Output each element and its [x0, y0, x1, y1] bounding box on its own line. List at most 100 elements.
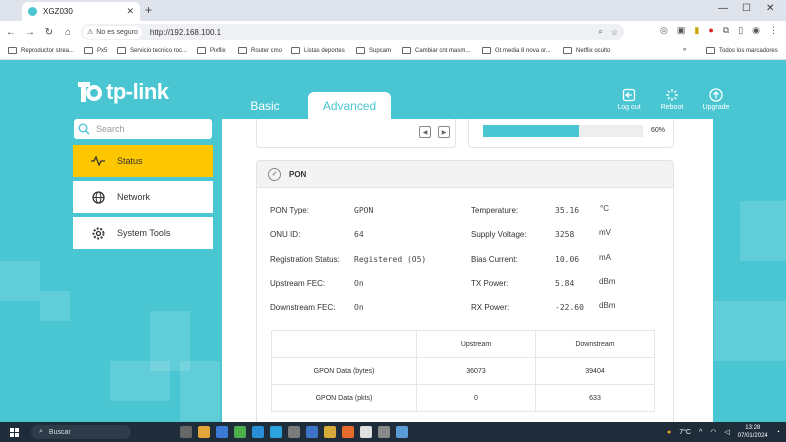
extension-icon[interactable]: ▣ [677, 25, 686, 36]
sidebar-item-network[interactable]: Network [73, 181, 213, 213]
extension-icon[interactable]: ▮ [694, 25, 699, 36]
usage-percent: 60% [651, 127, 666, 134]
app-icon[interactable] [396, 426, 408, 438]
decor-tile [714, 301, 786, 361]
folder-icon [482, 47, 491, 54]
next-page-icon[interactable]: ▶ [438, 126, 450, 138]
pon-type-value: GPON [354, 206, 374, 215]
bookmark-item[interactable]: Netflix oculto [563, 47, 610, 54]
sidebar-item-system-tools[interactable]: System Tools [73, 217, 213, 249]
all-bookmarks-button[interactable]: Todos los marcadores [706, 47, 778, 54]
table-cell: 39404 [535, 357, 655, 385]
tray-chevron-icon[interactable]: ^ [699, 429, 702, 436]
weather-icon[interactable]: ● [667, 429, 671, 436]
tab-advanced[interactable]: Advanced [308, 92, 391, 119]
volume-icon[interactable]: ◁ [724, 428, 729, 436]
reload-icon[interactable]: ↻ [41, 27, 57, 38]
temperature-unit: °C [600, 204, 609, 213]
column-header [271, 330, 417, 358]
bookmark-item[interactable]: Supcam [356, 47, 391, 54]
bookmark-item[interactable]: Listas deportes [291, 47, 345, 54]
pon-title: PON [289, 169, 307, 179]
taskbar-apps [180, 426, 408, 438]
search-icon [78, 123, 90, 135]
decor-tile [0, 261, 40, 301]
bookmark-item[interactable]: Servicio tecnico roc... [117, 47, 187, 54]
bookmark-item[interactable]: Cambiar cnt masm... [402, 47, 470, 54]
tplink-logo-icon [78, 82, 102, 102]
telegram-icon[interactable] [270, 426, 282, 438]
bookmark-item[interactable]: Pixflix [197, 47, 226, 54]
supply-voltage-unit: mV [599, 228, 611, 237]
edge-icon[interactable] [252, 426, 264, 438]
url-text: http://192.168.100.1 [149, 27, 222, 37]
minimize-icon[interactable]: — [718, 3, 728, 14]
bookmark-item[interactable]: Router cmo [238, 47, 282, 54]
decor-tile [740, 201, 786, 261]
registration-status-value: Registered (O5) [354, 255, 427, 264]
bias-current-label: Bias Current: [471, 255, 518, 264]
prev-page-icon[interactable]: ◀ [419, 126, 431, 138]
bias-current-value: 10.06 [555, 255, 580, 264]
extension-icon[interactable]: ◎ [660, 25, 668, 36]
task-view-icon[interactable] [180, 426, 192, 438]
onu-id-label: ONU ID: [270, 230, 301, 239]
home-icon[interactable]: ⌂ [60, 27, 76, 38]
bookmarks-bar: Reproductor strea... Px5 Servicio tecnic… [0, 43, 786, 60]
settings-icon[interactable] [378, 426, 390, 438]
tx-power-value: 5.84 [555, 279, 575, 288]
upgrade-button[interactable]: Upgrade [696, 88, 736, 111]
extension-icons: ◎ ▣ ▮ ● ⧉ ▯ ◉ ⋮ [660, 25, 778, 36]
bookmark-star-icon[interactable]: ☆ [611, 28, 618, 37]
browser-toolbar: ← → ↻ ⌂ ⚠ No es seguro http://192.168.10… [0, 21, 786, 43]
chrome-icon[interactable] [360, 426, 372, 438]
sidebar-item-status[interactable]: Status [73, 145, 213, 177]
bookmark-item[interactable]: Gt media 8 nova or... [482, 47, 551, 54]
logout-button[interactable]: Log out [609, 88, 649, 111]
more-bookmarks-button[interactable]: » [683, 47, 686, 53]
app-icon[interactable] [288, 426, 300, 438]
security-chip[interactable]: ⚠ No es seguro [83, 25, 142, 39]
security-label: No es seguro [96, 28, 138, 36]
app-icon[interactable] [324, 426, 336, 438]
warning-icon: ⚠ [87, 29, 94, 36]
windows-start-icon[interactable] [10, 427, 19, 437]
reboot-button[interactable]: Reboot [652, 88, 692, 111]
address-bar[interactable]: ⚠ No es seguro http://192.168.100.1 ⌕ ☆ [81, 24, 624, 40]
main-content: ◀ ▶ 60% ✓ PON PON Type: GPON ONU ID: 64 [222, 119, 713, 422]
app-icon[interactable] [306, 426, 318, 438]
search-icon: ⌕ [39, 428, 43, 435]
reboot-label: Reboot [660, 104, 684, 111]
app-icon[interactable] [234, 426, 246, 438]
tab-basic[interactable]: Basic [238, 92, 292, 119]
extension-icon[interactable]: ● [708, 25, 713, 36]
sidepanel-icon[interactable]: ▯ [738, 25, 743, 36]
back-icon[interactable]: ← [3, 27, 19, 38]
notification-bell-icon[interactable]: ◔ [776, 429, 780, 436]
taskbar-search[interactable]: ⌕ Buscar [31, 425, 131, 439]
browser-tab[interactable]: XGZ030 ✕ [22, 2, 140, 21]
app-icon[interactable] [216, 426, 228, 438]
weather-temperature: 7°C [679, 428, 691, 436]
extensions-puzzle-icon[interactable]: ⧉ [723, 25, 729, 36]
wifi-icon[interactable]: ◠ [710, 428, 716, 436]
decor-tile [180, 361, 220, 421]
close-tab-icon[interactable]: ✕ [126, 6, 134, 17]
zoom-icon[interactable]: ⌕ [598, 27, 602, 37]
maximize-icon[interactable]: ☐ [742, 3, 751, 14]
pon-panel-header[interactable]: ✓ PON [257, 161, 673, 188]
bookmark-item[interactable]: Px5 [84, 47, 107, 54]
file-explorer-icon[interactable] [198, 426, 210, 438]
menu-kebab-icon[interactable]: ⋮ [769, 25, 778, 36]
profile-avatar-icon[interactable]: ◉ [752, 25, 760, 36]
new-tab-button[interactable]: + [145, 3, 152, 17]
sidebar-item-label: Status [117, 156, 143, 166]
forward-icon[interactable]: → [22, 27, 38, 38]
taskbar-clock[interactable]: 13:28 07/01/2024 [738, 424, 768, 440]
close-window-icon[interactable]: ✕ [766, 3, 774, 14]
bookmark-item[interactable]: Reproductor strea... [8, 47, 74, 54]
windows-taskbar: ⌕ Buscar ● 7°C ^ ◠ ◁ 13:28 07/01/2024 ◔ [0, 422, 786, 442]
search-input[interactable]: Search [74, 119, 212, 139]
app-icon[interactable] [342, 426, 354, 438]
tplink-favicon-icon [28, 7, 37, 16]
